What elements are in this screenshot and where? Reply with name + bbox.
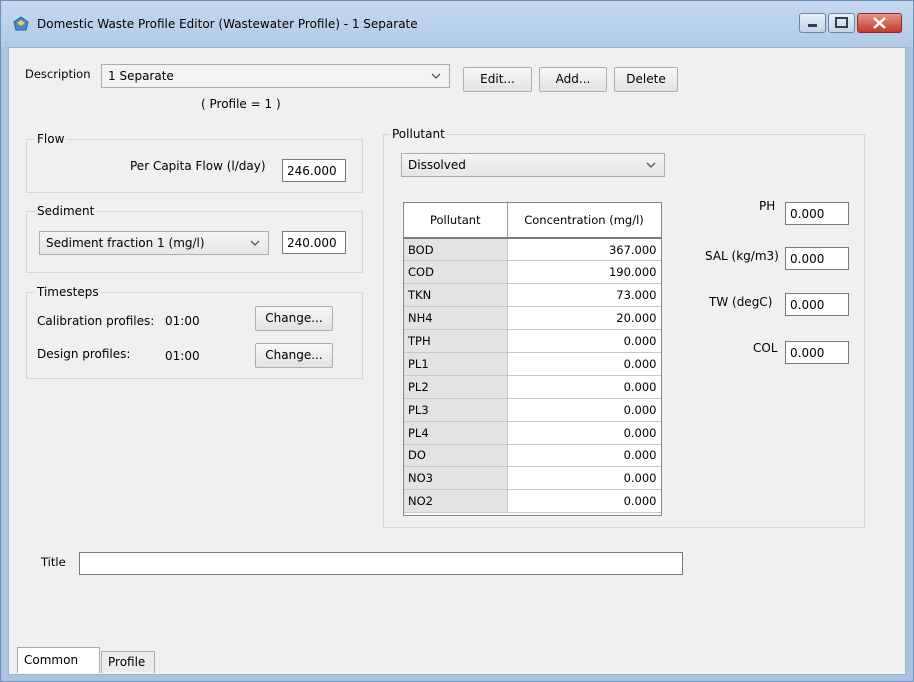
concentration-cell[interactable]: 0.000 xyxy=(507,466,661,491)
add-button[interactable]: Add... xyxy=(539,67,607,92)
table-row[interactable]: PL1 0.000 xyxy=(404,352,661,376)
concentration-cell[interactable]: 20.000 xyxy=(507,306,661,331)
table-row[interactable]: COD 190.000 xyxy=(404,260,661,285)
design-profiles-label: Design profiles: xyxy=(37,347,131,361)
concentration-cell[interactable]: 367.000 xyxy=(507,238,661,262)
delete-button[interactable]: Delete xyxy=(614,67,678,92)
ph-label: PH xyxy=(759,199,776,213)
concentration-cell[interactable]: 0.000 xyxy=(507,329,661,353)
close-button[interactable] xyxy=(857,13,902,33)
pollutant-name-cell: NO3 xyxy=(404,466,508,491)
concentration-cell[interactable]: 0.000 xyxy=(507,398,661,422)
timesteps-group: Timesteps Calibration profiles: 01:00 Ch… xyxy=(26,285,363,379)
table-row[interactable]: BOD 367.000 xyxy=(404,238,661,262)
pollutant-name-cell: NO2 xyxy=(404,489,508,514)
table-row[interactable]: NO2 0.000 xyxy=(404,489,661,514)
pollutant-name-cell: TKN xyxy=(404,283,508,308)
table-row[interactable]: NO3 0.000 xyxy=(404,466,661,491)
minimize-button[interactable] xyxy=(799,13,826,33)
design-profiles-value: 01:00 xyxy=(165,349,200,363)
pollutant-name-cell: DO xyxy=(404,444,508,468)
calibration-profiles-value: 01:00 xyxy=(165,314,200,328)
maximize-icon xyxy=(835,17,848,28)
app-icon xyxy=(13,16,29,31)
tab-profile[interactable]: Profile xyxy=(101,651,155,673)
pollutant-name-cell: PL3 xyxy=(404,398,508,422)
concentration-cell[interactable]: 190.000 xyxy=(507,260,661,285)
tw-input[interactable] xyxy=(785,293,849,316)
concentration-cell[interactable]: 0.000 xyxy=(507,444,661,468)
chevron-down-icon xyxy=(646,162,656,168)
window-title: Domestic Waste Profile Editor (Wastewate… xyxy=(37,17,418,31)
pollutant-grid[interactable]: Pollutant Concentration (mg/l) BOD 367.00… xyxy=(403,202,662,516)
pollutant-name-cell: BOD xyxy=(404,238,508,262)
per-capita-flow-label: Per Capita Flow (l/day) xyxy=(130,159,266,173)
chevron-down-icon xyxy=(250,240,260,246)
col-label: COL xyxy=(753,341,778,355)
profile-note: ( Profile = 1 ) xyxy=(201,97,281,111)
col-input[interactable] xyxy=(785,341,849,364)
title-input[interactable] xyxy=(79,552,683,575)
pollutant-type-select[interactable]: Dissolved xyxy=(401,153,665,177)
design-change-button[interactable]: Change... xyxy=(255,343,333,368)
tab-common[interactable]: Common xyxy=(17,647,100,673)
pollutant-name-cell: PL4 xyxy=(404,421,508,445)
pollutant-name-cell: PL1 xyxy=(404,352,508,376)
pollutant-name-cell: COD xyxy=(404,260,508,285)
sediment-fraction-value: Sediment fraction 1 (mg/l) xyxy=(46,236,205,250)
pollutant-name-cell: PL2 xyxy=(404,375,508,399)
concentration-cell[interactable]: 0.000 xyxy=(507,375,661,399)
pollutant-name-cell: NH4 xyxy=(404,306,508,331)
minimize-icon xyxy=(808,24,817,27)
table-row[interactable]: PL3 0.000 xyxy=(404,398,661,422)
pollutant-name-cell: TPH xyxy=(404,329,508,353)
title-label: Title xyxy=(41,555,66,569)
flow-group: Flow Per Capita Flow (l/day) xyxy=(26,132,363,193)
sediment-group-label: Sediment xyxy=(35,204,97,218)
concentration-cell[interactable]: 0.000 xyxy=(507,352,661,376)
sediment-value-input[interactable] xyxy=(282,231,346,254)
sediment-group: Sediment Sediment fraction 1 (mg/l) xyxy=(26,204,363,273)
concentration-cell[interactable]: 0.000 xyxy=(507,421,661,445)
flow-group-label: Flow xyxy=(35,132,67,146)
description-label: Description xyxy=(25,67,91,81)
grid-header-pollutant[interactable]: Pollutant xyxy=(404,203,508,239)
title-bar[interactable]: Domestic Waste Profile Editor (Wastewate… xyxy=(1,1,913,47)
description-value: 1 Separate xyxy=(108,69,174,83)
calibration-change-button[interactable]: Change... xyxy=(255,306,333,331)
sediment-fraction-select[interactable]: Sediment fraction 1 (mg/l) xyxy=(39,231,269,255)
dialog-client: Description 1 Separate ( Profile = 1 ) E… xyxy=(8,47,906,675)
description-select[interactable]: 1 Separate xyxy=(101,64,450,88)
table-row[interactable]: PL2 0.000 xyxy=(404,375,661,399)
edit-button[interactable]: Edit... xyxy=(463,67,532,92)
table-row[interactable]: TPH 0.000 xyxy=(404,329,661,353)
close-icon xyxy=(873,17,886,29)
sal-label: SAL (kg/m3) xyxy=(705,249,779,263)
table-row[interactable]: DO 0.000 xyxy=(404,444,661,468)
concentration-cell[interactable]: 73.000 xyxy=(507,283,661,308)
table-row[interactable]: TKN 73.000 xyxy=(404,283,661,308)
sal-input[interactable] xyxy=(785,247,849,270)
per-capita-flow-input[interactable] xyxy=(282,159,346,182)
table-row[interactable]: NH4 20.000 xyxy=(404,306,661,331)
timesteps-group-label: Timesteps xyxy=(35,285,101,299)
grid-header-concentration[interactable]: Concentration (mg/l) xyxy=(507,203,661,239)
editor-window: Domestic Waste Profile Editor (Wastewate… xyxy=(0,0,914,682)
chevron-down-icon xyxy=(431,73,441,79)
ph-input[interactable] xyxy=(785,202,849,225)
tw-label: TW (degC) xyxy=(709,295,773,309)
calibration-profiles-label: Calibration profiles: xyxy=(37,314,155,328)
pollutant-group-label: Pollutant xyxy=(390,127,447,141)
concentration-cell[interactable]: 0.000 xyxy=(507,489,661,514)
table-row[interactable]: PL4 0.000 xyxy=(404,421,661,445)
maximize-button[interactable] xyxy=(828,13,855,33)
pollutant-type-value: Dissolved xyxy=(408,158,466,172)
